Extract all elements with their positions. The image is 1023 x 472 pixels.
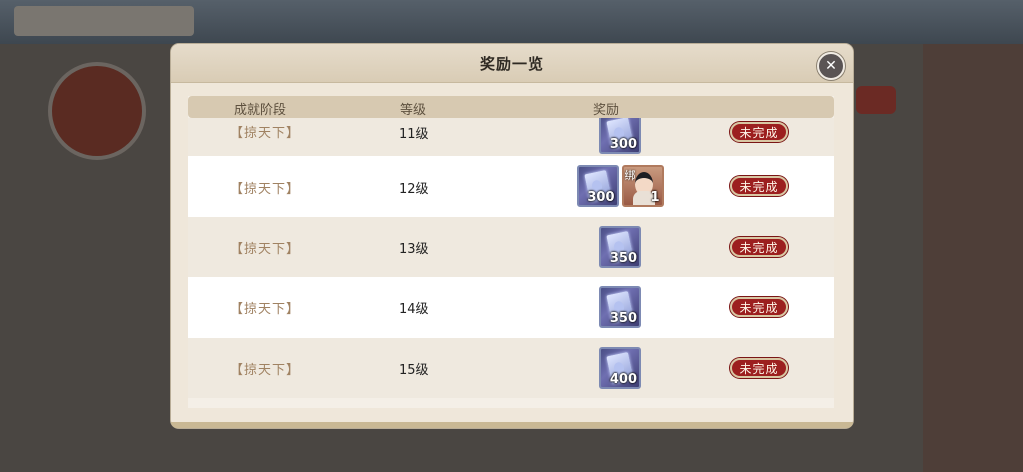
- card-item-icon[interactable]: 300: [599, 118, 641, 154]
- header-stage: 成就阶段: [234, 103, 287, 118]
- table-header: 成就阶段 等级 奖励: [188, 96, 834, 118]
- level-label: 15级: [399, 363, 429, 378]
- reward-list-modal: 奖励一览 ✕ 成就阶段 等级 奖励 【掠天下】 11级 300 未完成 【掠天下…: [171, 44, 853, 428]
- status-badge: 未完成: [730, 122, 788, 142]
- background-tab: [14, 6, 194, 36]
- reward-items: 400: [558, 347, 682, 391]
- stage-label: 【掠天下】: [230, 302, 301, 317]
- stage-label: 【掠天下】: [230, 363, 301, 378]
- modal-title: 奖励一览: [479, 54, 544, 73]
- character-item-icon[interactable]: 绑 1: [621, 165, 664, 207]
- background-avatar: [48, 62, 146, 160]
- reward-table: 成就阶段 等级 奖励 【掠天下】 11级 300 未完成 【掠天下】 12级 3…: [188, 96, 834, 408]
- level-label: 14级: [399, 302, 429, 317]
- table-row: 【掠天下】 14级 350 未完成: [188, 277, 834, 338]
- bound-tag: 绑: [624, 169, 636, 182]
- item-quantity: 300: [609, 137, 637, 152]
- card-item-icon[interactable]: 400: [599, 347, 641, 389]
- stage-label: 【掠天下】: [230, 242, 301, 257]
- close-button[interactable]: ✕: [817, 52, 845, 80]
- item-quantity: 350: [609, 311, 637, 326]
- level-label: 12级: [399, 182, 429, 197]
- status-badge: 未完成: [730, 237, 788, 257]
- table-row: 【掠天下】 15级 400 未完成: [188, 338, 834, 398]
- modal-footer: [171, 422, 853, 428]
- table-row: 【掠天下】 11级 300 未完成: [188, 118, 834, 156]
- level-label: 13级: [399, 242, 429, 257]
- status-badge: 未完成: [730, 297, 788, 317]
- background-top-bar: [0, 0, 1023, 44]
- level-label: 11级: [399, 127, 429, 142]
- close-icon: ✕: [825, 58, 837, 74]
- stage-label: 【掠天下】: [230, 182, 301, 197]
- status-badge: 未完成: [730, 358, 788, 378]
- reward-items: 300: [558, 118, 682, 156]
- stage-label: 【掠天下】: [230, 126, 301, 141]
- item-quantity: 350: [609, 251, 637, 266]
- header-level: 等级: [400, 103, 427, 118]
- header-reward: 奖励: [593, 103, 620, 118]
- table-row: 【掠天下】 13级 350 未完成: [188, 217, 834, 277]
- item-quantity: 300: [587, 190, 615, 205]
- reward-items: 300 绑 1: [558, 165, 682, 209]
- modal-header: 奖励一览: [171, 44, 853, 83]
- background-side-panel: [923, 44, 1023, 472]
- item-quantity: 1: [650, 190, 660, 205]
- card-item-icon[interactable]: 350: [599, 286, 641, 328]
- table-row: 【掠天下】 12级 300 绑 1 未完成: [188, 156, 834, 217]
- status-badge: 未完成: [730, 176, 788, 196]
- item-quantity: 400: [609, 372, 637, 387]
- card-item-icon[interactable]: 350: [599, 226, 641, 268]
- background-button: [856, 86, 896, 114]
- table-body[interactable]: 【掠天下】 11级 300 未完成 【掠天下】 12级 300 绑 1 未完成 …: [188, 118, 834, 408]
- reward-items: 350: [558, 286, 682, 330]
- reward-items: 350: [558, 226, 682, 270]
- card-item-icon[interactable]: 300: [576, 165, 619, 207]
